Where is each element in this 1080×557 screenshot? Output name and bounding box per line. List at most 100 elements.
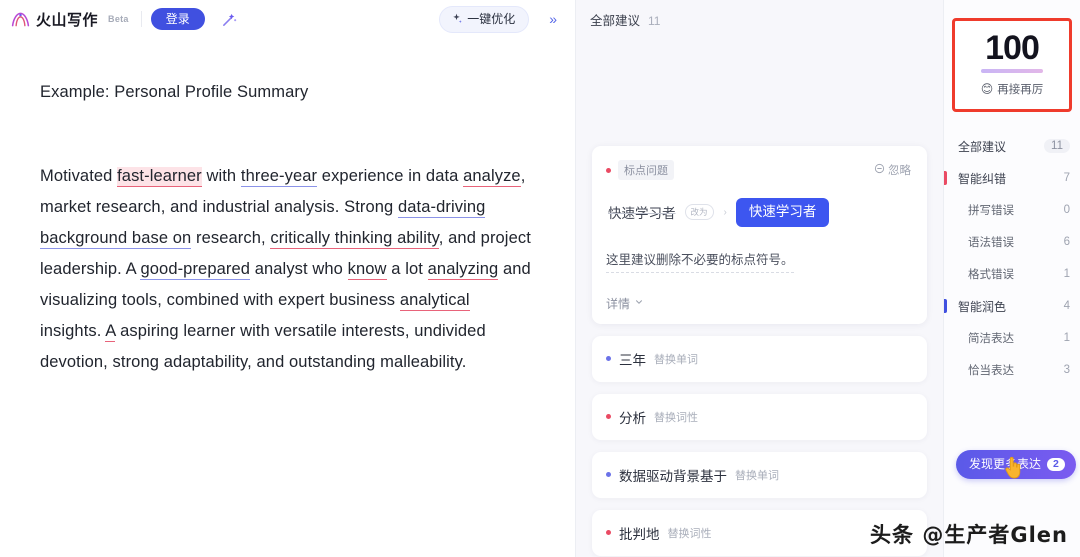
top-toolbar: 火山写作 Beta 登录 一键优化 » xyxy=(0,0,575,38)
category-row[interactable]: 智能润色 4 xyxy=(944,290,1080,322)
flagged-text-3[interactable]: three-year xyxy=(240,166,318,187)
item-action-tag: 替换单词 xyxy=(735,469,779,482)
card-detail-toggle[interactable]: 详情 xyxy=(606,295,911,312)
text-run: a lot xyxy=(386,259,428,278)
watermark: 头条 @生产者Glen xyxy=(870,523,1068,547)
category-count: 7 xyxy=(1063,172,1070,184)
suggestions-column: 全部建议 11 标点问题 忽略 快速学习者 改为 › 快速学习者 这里建议删除不… xyxy=(576,0,944,557)
text-run: with xyxy=(201,166,241,185)
category-row[interactable]: 拼写错误 0 xyxy=(944,194,1080,226)
category-row[interactable]: 全部建议 11 xyxy=(944,130,1080,162)
one-click-optimize-button[interactable]: 一键优化 xyxy=(439,5,530,33)
text-run: experience in data xyxy=(317,166,464,185)
text-run: insights. xyxy=(40,321,106,340)
detail-label: 详情 xyxy=(606,296,631,311)
suggestion-list-item[interactable]: 数据驱动背景基于 替换单词 xyxy=(592,451,927,498)
volcano-logo-icon xyxy=(10,9,31,30)
card-category-tag: 标点问题 xyxy=(618,160,674,180)
brand: 火山写作 Beta xyxy=(10,9,132,30)
category-count: 11 xyxy=(1044,139,1070,153)
category-count: 0 xyxy=(1063,204,1070,216)
category-label: 智能纠错 xyxy=(958,171,1007,186)
score-card: 100 😊 再接再厉 xyxy=(952,18,1072,112)
item-word: 批判地 xyxy=(619,526,660,542)
minus-circle-icon xyxy=(874,163,885,177)
optimize-label: 一键优化 xyxy=(467,12,516,26)
score-value-wrap: 100 xyxy=(955,31,1069,65)
login-button[interactable]: 登录 xyxy=(150,8,205,30)
card-description: 这里建议删除不必要的标点符号。 xyxy=(606,251,794,273)
ignore-button[interactable]: 忽略 xyxy=(874,162,911,178)
category-label: 语法错误 xyxy=(968,237,1014,249)
item-action-tag: 替换词性 xyxy=(667,527,712,540)
text-run: Motivated xyxy=(40,166,118,185)
text-run: research, xyxy=(191,228,271,247)
magic-wand-icon[interactable] xyxy=(217,6,243,32)
original-word: 快速学习者 xyxy=(608,206,676,222)
category-count: 6 xyxy=(1063,236,1070,248)
suggestions-header-label: 全部建议 xyxy=(590,14,641,28)
change-to-label: 改为 xyxy=(690,207,708,218)
category-list: 全部建议 11 智能纠错 7 拼写错误 0 语法错误 6 格式错误 1 智能润色 4 简洁表达 1 恰当表达… xyxy=(944,130,1080,386)
category-row[interactable]: 语法错误 6 xyxy=(944,226,1080,258)
brand-name: 火山写作 xyxy=(36,11,99,29)
item-severity-dot xyxy=(606,530,611,536)
beta-tag: Beta xyxy=(108,14,129,24)
category-accent-bar xyxy=(944,171,947,185)
toolbar-divider xyxy=(140,11,142,27)
discover-more-label: 发现更多表达 xyxy=(969,457,1042,472)
discover-more-badge: 2 xyxy=(1047,458,1065,471)
document-editor[interactable]: Example: Personal Profile Summary Motiva… xyxy=(0,38,575,557)
flagged-text-13[interactable]: know xyxy=(347,259,387,280)
chevron-down-icon xyxy=(634,296,644,310)
item-severity-dot xyxy=(606,356,611,362)
category-count: 1 xyxy=(1063,332,1070,344)
discover-more-wrap: 发现更多表达 2 xyxy=(956,450,1076,479)
text-run: analyst who xyxy=(250,259,348,278)
score-caption: 😊 再接再厉 xyxy=(955,81,1069,97)
category-count: 4 xyxy=(1063,300,1070,312)
arrow-right-icon: › xyxy=(723,206,727,218)
score-caption-text: 再接再厉 xyxy=(997,84,1044,96)
category-count: 1 xyxy=(1063,268,1070,280)
flagged-text-15[interactable]: analyzing xyxy=(427,259,499,280)
active-suggestion-card[interactable]: 标点问题 忽略 快速学习者 改为 › 快速学习者 这里建议删除不必要的标点符号。… xyxy=(592,146,927,324)
smiley-emoji-icon: 😊 xyxy=(980,82,994,96)
document-title: Example: Personal Profile Summary xyxy=(40,83,309,101)
change-to-pill: 改为 xyxy=(684,204,714,221)
score-underline-decoration xyxy=(981,69,1043,73)
category-row[interactable]: 恰当表达 3 xyxy=(944,354,1080,386)
item-severity-dot xyxy=(606,472,611,478)
category-row[interactable]: 格式错误 1 xyxy=(944,258,1080,290)
item-word: 数据驱动背景基于 xyxy=(619,468,727,484)
replace-row: 快速学习者 改为 › 快速学习者 xyxy=(608,198,911,227)
category-label: 简洁表达 xyxy=(968,333,1014,345)
card-header: 标点问题 忽略 xyxy=(606,160,911,180)
suggestions-header: 全部建议 11 xyxy=(576,0,943,34)
item-word: 分析 xyxy=(619,410,646,426)
flagged-text-5[interactable]: analyze xyxy=(463,166,521,187)
category-accent-bar xyxy=(944,299,947,313)
category-label: 格式错误 xyxy=(968,269,1014,281)
flagged-text-9[interactable]: critically thinking ability xyxy=(270,228,439,249)
item-action-tag: 替换单词 xyxy=(654,353,698,366)
category-label: 恰当表达 xyxy=(968,365,1014,377)
apply-replacement-button[interactable]: 快速学习者 xyxy=(735,198,830,227)
flagged-text-1[interactable]: fast-learner xyxy=(117,166,202,187)
flagged-text-19[interactable]: A xyxy=(105,321,116,342)
suggestion-list-item[interactable]: 分析 替换词性 xyxy=(592,393,927,440)
item-word: 三年 xyxy=(619,352,646,368)
suggestions-scroll-area[interactable]: 标点问题 忽略 快速学习者 改为 › 快速学习者 这里建议删除不必要的标点符号。… xyxy=(576,34,943,557)
sparkle-icon xyxy=(450,12,463,27)
category-label: 全部建议 xyxy=(958,139,1007,154)
chevron-double-right-icon[interactable]: » xyxy=(543,10,563,28)
suggestions-header-count: 11 xyxy=(648,14,661,28)
category-row[interactable]: 智能纠错 7 xyxy=(944,162,1080,194)
suggestion-list-item[interactable]: 三年 替换单词 xyxy=(592,335,927,382)
sidebar-column: 100 😊 再接再厉 全部建议 11 智能纠错 7 拼写错误 0 语法错误 6 格式错误 1 智能润… xyxy=(944,0,1080,557)
category-row[interactable]: 简洁表达 1 xyxy=(944,322,1080,354)
discover-more-button[interactable]: 发现更多表达 2 xyxy=(956,450,1076,479)
flagged-text-11[interactable]: good-prepared xyxy=(140,259,251,280)
document-paragraph: Motivated fast-learner with three-year e… xyxy=(40,161,535,378)
flagged-text-17[interactable]: analytical xyxy=(399,290,470,311)
